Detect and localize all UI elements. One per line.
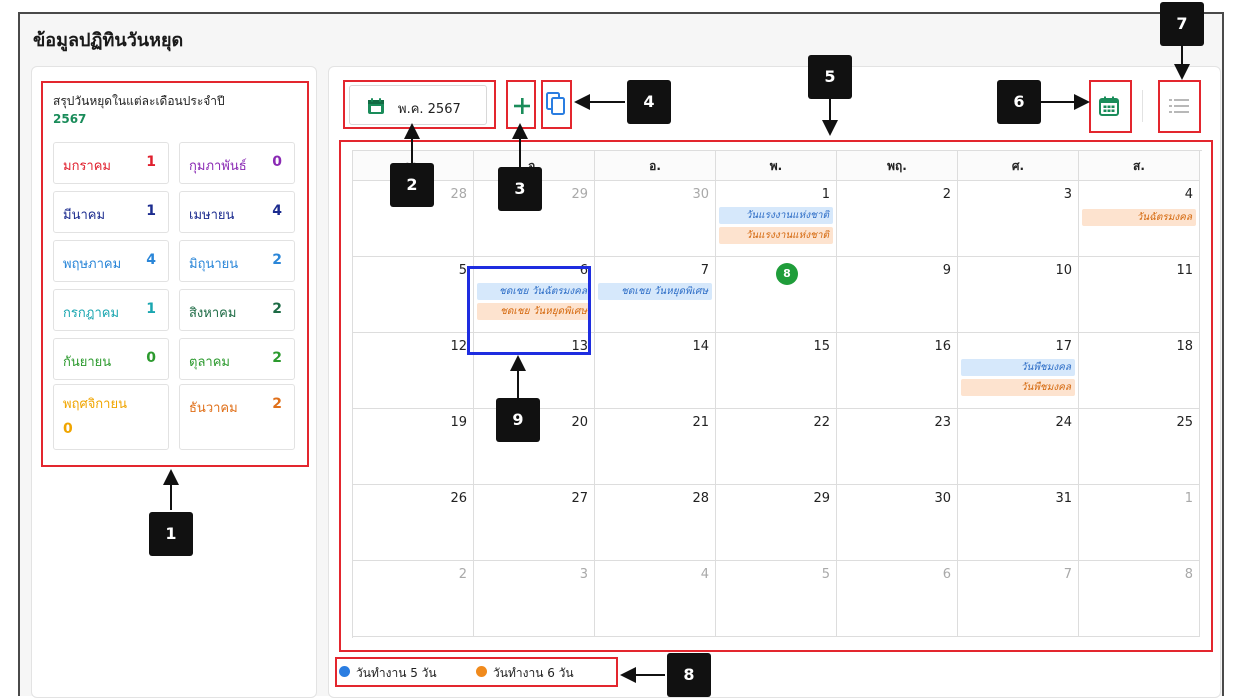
callout-1: 1 — [149, 512, 193, 556]
annotation-arrows — [163, 45, 1190, 683]
callout-2: 2 — [390, 163, 434, 207]
callout-5: 5 — [808, 55, 852, 99]
callout-8: 8 — [667, 653, 711, 697]
callout-9: 9 — [496, 398, 540, 442]
callout-4: 4 — [627, 80, 671, 124]
callout-3: 3 — [498, 167, 542, 211]
callout-6: 6 — [997, 80, 1041, 124]
callout-7: 7 — [1160, 2, 1204, 46]
